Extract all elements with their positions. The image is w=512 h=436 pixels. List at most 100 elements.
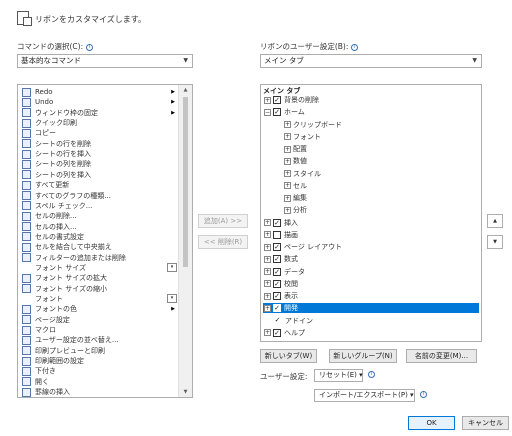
choose-commands-combo[interactable]: 基本的なコマンド ▼ <box>17 54 193 68</box>
ribbon-tab-item[interactable]: + ✓ 表示 <box>263 291 479 301</box>
checkbox[interactable]: ✓ <box>273 243 281 251</box>
ribbon-tab-item[interactable]: + ✓ 開発 <box>263 303 479 314</box>
checkbox[interactable] <box>273 230 281 239</box>
expand-icon[interactable]: + <box>264 219 271 226</box>
expand-icon[interactable]: + <box>264 304 271 312</box>
ribbon-tree[interactable]: メイン タブ + ✓ 背景の削除 − ✓ ホーム + クリップボード + フォント + 配置 + 数値 + ス… <box>260 84 482 342</box>
ribbon-tab-item[interactable]: − ✓ ホーム <box>263 107 479 117</box>
command-item[interactable]: 開く <box>18 377 178 387</box>
expand-icon[interactable]: + <box>264 329 271 337</box>
command-item[interactable]: フォント ▾ <box>18 294 178 304</box>
ribbon-group-item[interactable]: + セル <box>283 181 479 191</box>
command-item[interactable]: セルの削除... <box>18 211 178 221</box>
expand-icon[interactable]: + <box>264 255 271 263</box>
command-item[interactable]: セルの書式設定 <box>18 232 178 242</box>
command-item[interactable]: Undo ▶ <box>18 97 178 107</box>
checkbox[interactable]: ✓ <box>273 304 281 313</box>
expand-icon[interactable]: + <box>264 292 271 300</box>
expand-icon[interactable]: + <box>264 96 271 104</box>
ribbon-tab-item[interactable]: + ✓ 数式 <box>263 254 479 264</box>
new-tab-button[interactable]: 新しいタブ(W) <box>260 349 317 363</box>
expand-icon[interactable]: + <box>284 121 291 128</box>
scroll-up-icon[interactable]: ▲ <box>179 85 192 95</box>
command-item[interactable]: 罫線の挿入 <box>18 387 178 397</box>
ribbon-tab-item[interactable]: + ✓ 挿入 <box>263 218 479 228</box>
expand-icon[interactable]: + <box>284 157 291 165</box>
add-button[interactable]: 追加(A) >> <box>198 214 248 228</box>
checkbox[interactable]: ✓ <box>273 108 281 117</box>
expand-icon[interactable]: + <box>284 145 291 153</box>
command-item[interactable]: 印刷プレビューと印刷 <box>18 346 178 356</box>
ribbon-tab-item[interactable]: + ✓ ページ レイアウト <box>263 242 479 252</box>
command-item[interactable]: ウィンドウ枠の固定 ▶ <box>18 108 178 118</box>
command-item[interactable]: シートの行を挿入 <box>18 149 178 159</box>
command-item[interactable]: シートの列を削除 <box>18 159 178 169</box>
command-item[interactable]: フォント サイズ ▾ <box>18 262 178 273</box>
ribbon-group-item[interactable]: + 編集 <box>283 193 479 203</box>
reset-dropdown[interactable]: リセット(E) ▾ <box>314 369 363 382</box>
cancel-button[interactable]: キャンセル <box>462 416 509 430</box>
command-item[interactable]: コピー <box>18 128 178 138</box>
checkbox[interactable]: ✓ <box>273 316 282 325</box>
checkbox[interactable]: ✓ <box>273 255 281 264</box>
ribbon-group-item[interactable]: + クリップボード <box>283 120 479 130</box>
rename-button[interactable]: 名前の変更(M)... <box>406 349 477 363</box>
ok-button[interactable]: OK <box>408 416 455 430</box>
command-item[interactable]: マクロ <box>18 325 178 335</box>
expand-icon[interactable]: + <box>264 231 271 239</box>
ribbon-tab-item[interactable]: ✓ アドイン <box>263 316 479 326</box>
checkbox[interactable]: ✓ <box>273 279 281 288</box>
command-item[interactable]: セルの挿入... <box>18 222 178 232</box>
expand-icon[interactable]: + <box>284 194 291 202</box>
ribbon-group-item[interactable]: + 配置 <box>283 144 479 154</box>
command-item[interactable]: ユーザー設定の並べ替え... <box>18 335 178 345</box>
scroll-down-icon[interactable]: ▼ <box>179 387 192 397</box>
command-item[interactable]: ページ設定 <box>18 315 178 325</box>
expand-icon[interactable]: + <box>284 170 291 177</box>
command-item[interactable]: 下付き <box>18 366 178 376</box>
move-down-button[interactable]: ▼ <box>487 235 503 249</box>
command-item[interactable]: フォント サイズの縮小 <box>18 284 178 294</box>
command-item[interactable]: シートの列を挿入 <box>18 170 178 180</box>
ribbon-tab-item[interactable]: + ✓ ヘルプ <box>263 328 479 338</box>
customize-ribbon-combo[interactable]: メイン タブ ▼ <box>260 54 482 68</box>
import-export-dropdown[interactable]: インポート/エクスポート(P) ▾ <box>314 389 415 402</box>
command-item[interactable]: 印刷範囲の設定 <box>18 356 178 366</box>
command-item[interactable]: フィルターの追加または削除 <box>18 253 178 263</box>
checkbox[interactable]: ✓ <box>273 328 281 337</box>
checkbox[interactable]: ✓ <box>273 96 281 104</box>
command-item[interactable]: クイック印刷 <box>18 118 178 128</box>
command-item[interactable]: Redo ▶ <box>18 87 178 97</box>
ribbon-tab-item[interactable]: + 描画 <box>263 230 479 240</box>
checkbox[interactable]: ✓ <box>273 292 281 300</box>
checkbox[interactable]: ✓ <box>273 267 281 276</box>
ribbon-group-item[interactable]: + フォント <box>283 132 479 142</box>
ribbon-tab-item[interactable]: + ✓ 背景の削除 <box>263 95 479 105</box>
move-up-button[interactable]: ▲ <box>487 214 503 228</box>
expand-icon[interactable]: + <box>264 243 271 251</box>
expand-icon[interactable]: + <box>284 133 291 141</box>
ribbon-group-item[interactable]: + 数値 <box>283 156 479 166</box>
expand-icon[interactable]: + <box>284 182 291 190</box>
expand-icon[interactable]: + <box>264 268 271 275</box>
command-item[interactable]: シートの行を削除 <box>18 139 178 149</box>
ribbon-tab-item[interactable]: + ✓ データ <box>263 267 479 277</box>
expand-icon[interactable]: + <box>284 206 291 214</box>
ribbon-group-item[interactable]: + スタイル <box>283 169 479 179</box>
checkbox[interactable]: ✓ <box>273 218 281 227</box>
command-item[interactable]: すべてのグラフの種類... <box>18 191 178 201</box>
ribbon-group-item[interactable]: + 分析 <box>283 205 479 215</box>
new-group-button[interactable]: 新しいグループ(N) <box>329 349 397 363</box>
command-item[interactable]: すべて更新 <box>18 180 178 190</box>
collapse-icon[interactable]: − <box>264 108 271 116</box>
scroll-thumb[interactable] <box>183 97 188 267</box>
command-item[interactable]: セルを結合して中央揃え <box>18 242 178 252</box>
ribbon-tab-item[interactable]: + ✓ 校閲 <box>263 279 479 289</box>
command-item[interactable]: スペル チェック... <box>18 201 178 211</box>
commands-list[interactable]: Redo ▶ Undo ▶ ウィンドウ枠の固定 ▶ クイック印刷 コピー シートの行を削除 シート… <box>17 84 193 398</box>
remove-button[interactable]: << 削除(R) <box>198 235 248 249</box>
command-item[interactable]: フォントの色 ▶ <box>18 304 178 314</box>
commands-scrollbar[interactable]: ▲ ▼ <box>178 85 192 397</box>
expand-icon[interactable]: + <box>264 280 271 288</box>
command-item[interactable]: フォント サイズの拡大 <box>18 273 178 283</box>
